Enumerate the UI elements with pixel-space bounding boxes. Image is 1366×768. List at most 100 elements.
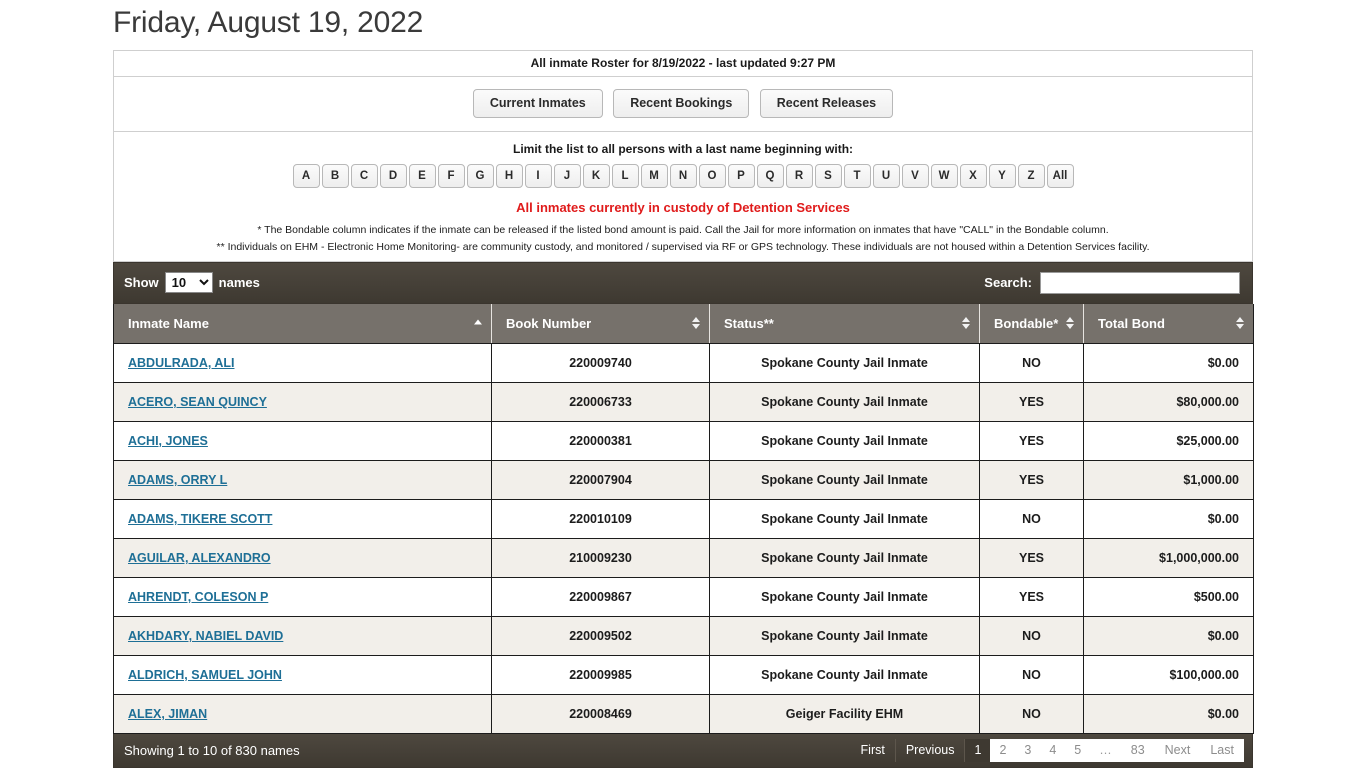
alphabet-filter-l[interactable]: L bbox=[611, 163, 639, 188]
alphabet-filter-x[interactable]: X bbox=[959, 163, 987, 188]
book-number-cell: 210009230 bbox=[491, 537, 710, 578]
inmate-name-link: ALEX, JIMAN bbox=[113, 693, 492, 734]
inmate-name-link: ADAMS, ORRY L bbox=[113, 459, 492, 500]
total-bond-cell: $80,000.00 bbox=[1083, 381, 1254, 422]
alphabet-filter-h[interactable]: H bbox=[495, 163, 523, 188]
alphabet-filter-all[interactable]: All bbox=[1046, 163, 1074, 188]
alphabet-filter-m[interactable]: M bbox=[640, 163, 668, 188]
pagination-page-5[interactable]: 5 bbox=[1065, 739, 1091, 762]
bondable-cell: YES bbox=[979, 459, 1084, 500]
pagination-tail: 83 Next Last bbox=[1120, 739, 1244, 762]
status-cell: Spokane County Jail Inmate bbox=[709, 420, 980, 461]
table-row: AHRENDT, COLESON P 220009867 Spokane Count… bbox=[113, 576, 1254, 617]
status-cell: Geiger Facility EHM bbox=[709, 693, 980, 734]
column-total-bond-label: Total Bond bbox=[1098, 315, 1165, 331]
book-number-cell: 220006733 bbox=[491, 381, 710, 422]
alphabet-filter-a[interactable]: A bbox=[292, 163, 320, 188]
alphabet-filter-j[interactable]: J bbox=[553, 163, 581, 188]
alphabet-filter-g[interactable]: G bbox=[466, 163, 494, 188]
view-buttons-panel: Current Inmates Recent Bookings Recent R… bbox=[113, 76, 1253, 131]
alphabet-filter-w[interactable]: W bbox=[930, 163, 958, 188]
alphabet-filter-n[interactable]: N bbox=[669, 163, 697, 188]
total-bond-cell: $0.00 bbox=[1083, 498, 1254, 539]
inmate-roster-table: Inmate Name Book Number Status** Bondabl… bbox=[113, 303, 1254, 734]
column-total-bond[interactable]: Total Bond bbox=[1083, 303, 1254, 344]
inmate-name-link: ACHI, JONES bbox=[113, 420, 492, 461]
inmate-name-link[interactable]: ACHI, JONES bbox=[128, 434, 208, 448]
alphabet-filter-c[interactable]: C bbox=[350, 163, 378, 188]
alphabet-filter-b[interactable]: B bbox=[321, 163, 349, 188]
pagination-page-4[interactable]: 4 bbox=[1040, 739, 1066, 762]
pagination-last-page-number[interactable]: 83 bbox=[1120, 739, 1155, 762]
column-inmate-name[interactable]: Inmate Name bbox=[113, 303, 492, 344]
inmate-name-link[interactable]: AGUILAR, ALEXANDRO bbox=[128, 551, 271, 565]
inmate-name-link[interactable]: ABDULRADA, ALI bbox=[128, 356, 234, 370]
search-label: Search: bbox=[984, 275, 1032, 291]
roster-container: All inmate Roster for 8/19/2022 - last u… bbox=[113, 50, 1254, 768]
column-bondable-label: Bondable* bbox=[994, 315, 1059, 331]
sort-indicator-icon bbox=[1066, 317, 1074, 330]
table-row: ACERO, SEAN QUINCY 220006733 Spokane Count… bbox=[113, 381, 1254, 422]
results-info: Showing 1 to 10 of 830 names bbox=[124, 742, 300, 758]
pagination-next-button[interactable]: Next bbox=[1154, 739, 1201, 762]
alphabet-filter-d[interactable]: D bbox=[379, 163, 407, 188]
table-row: AGUILAR, ALEXANDRO 210009230 Spokane Count… bbox=[113, 537, 1254, 578]
total-bond-cell: $0.00 bbox=[1083, 615, 1254, 656]
column-bondable[interactable]: Bondable* bbox=[979, 303, 1084, 344]
column-book-number[interactable]: Book Number bbox=[491, 303, 710, 344]
pagination-numbers: 1 2 3 4 5… bbox=[965, 739, 1121, 762]
alphabet-filter-y[interactable]: Y bbox=[988, 163, 1016, 188]
alphabet-filter-k[interactable]: K bbox=[582, 163, 610, 188]
pagination-page-1[interactable]: 1 bbox=[965, 739, 991, 762]
page-length-select[interactable]: 102550100 bbox=[164, 272, 213, 294]
alphabet-filter-i[interactable]: I bbox=[524, 163, 552, 188]
alphabet-filter-z[interactable]: Z bbox=[1017, 163, 1045, 188]
alphabet-filter-f[interactable]: F bbox=[437, 163, 465, 188]
pagination-page-2[interactable]: 2 bbox=[990, 739, 1016, 762]
column-status[interactable]: Status** bbox=[709, 303, 980, 344]
search-input[interactable] bbox=[1040, 271, 1240, 294]
alphabet-filter-e[interactable]: E bbox=[408, 163, 436, 188]
table-row: ALEX, JIMAN 220008469 Geiger Facility EHM N… bbox=[113, 693, 1254, 734]
inmate-name-link[interactable]: AHRENDT, COLESON P bbox=[128, 590, 268, 604]
table-footer-bar: Showing 1 to 10 of 830 names First Previ… bbox=[113, 733, 1253, 768]
inmate-name-link: ALDRICH, SAMUEL JOHN bbox=[113, 654, 492, 695]
alphabet-filter-o[interactable]: O bbox=[698, 163, 726, 188]
bondable-cell: YES bbox=[979, 381, 1084, 422]
inmate-name-link[interactable]: ADAMS, TIKERE SCOTT bbox=[128, 512, 272, 526]
column-status-label: Status** bbox=[724, 315, 774, 331]
inmate-name-link[interactable]: ALEX, JIMAN bbox=[128, 707, 207, 721]
pagination-first-button[interactable]: First bbox=[851, 739, 896, 762]
table-controls-bar: Show 102550100 names Search: bbox=[113, 261, 1253, 304]
alphabet-filter-u[interactable]: U bbox=[872, 163, 900, 188]
page-length-control: Show 102550100 names bbox=[124, 272, 260, 294]
recent-bookings-button[interactable]: Recent Bookings bbox=[613, 89, 750, 118]
inmate-name-link: AHRENDT, COLESON P bbox=[113, 576, 492, 617]
alphabet-filter-p[interactable]: P bbox=[727, 163, 755, 188]
pagination-page-3[interactable]: 3 bbox=[1015, 739, 1041, 762]
current-inmates-button[interactable]: Current Inmates bbox=[472, 89, 603, 118]
alphabet-filter-s[interactable]: S bbox=[814, 163, 842, 188]
pagination-previous-button[interactable]: Previous bbox=[896, 739, 966, 762]
inmate-name-link[interactable]: ACERO, SEAN QUINCY bbox=[128, 395, 267, 409]
status-cell: Spokane County Jail Inmate bbox=[709, 459, 980, 500]
roster-title: All inmate Roster for 8/19/2022 - last u… bbox=[530, 56, 836, 70]
sort-indicator-icon bbox=[692, 317, 700, 330]
sort-indicator-icon bbox=[962, 317, 970, 330]
total-bond-cell: $1,000,000.00 bbox=[1083, 537, 1254, 578]
book-number-cell: 220009502 bbox=[491, 615, 710, 656]
column-inmate-name-label: Inmate Name bbox=[128, 315, 209, 331]
alphabet-filter-v[interactable]: V bbox=[901, 163, 929, 188]
inmate-name-link[interactable]: AKHDARY, NABIEL DAVID bbox=[128, 629, 283, 643]
pagination-last-button[interactable]: Last bbox=[1200, 739, 1244, 762]
status-cell: Spokane County Jail Inmate bbox=[709, 537, 980, 578]
inmate-name-link[interactable]: ALDRICH, SAMUEL JOHN bbox=[128, 668, 282, 682]
inmate-name-link[interactable]: ADAMS, ORRY L bbox=[128, 473, 227, 487]
bondable-cell: YES bbox=[979, 537, 1084, 578]
recent-releases-button[interactable]: Recent Releases bbox=[759, 89, 894, 118]
alphabet-filter-t[interactable]: T bbox=[843, 163, 871, 188]
total-bond-cell: $100,000.00 bbox=[1083, 654, 1254, 695]
book-number-cell: 220009985 bbox=[491, 654, 710, 695]
alphabet-filter-r[interactable]: R bbox=[785, 163, 813, 188]
alphabet-filter-q[interactable]: Q bbox=[756, 163, 784, 188]
